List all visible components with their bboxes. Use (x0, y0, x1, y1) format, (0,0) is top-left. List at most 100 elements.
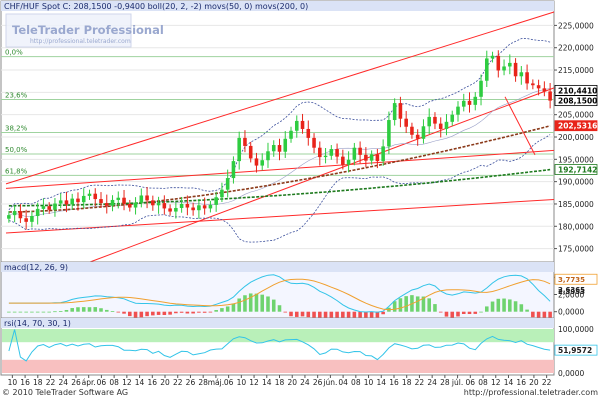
candle-body (191, 207, 195, 211)
macd-histogram-bar (191, 311, 195, 314)
macd-histogram-bar (70, 308, 75, 312)
footer-copyright: © 2010 TeleTrader Software AG (2, 388, 129, 397)
candle-body (502, 66, 506, 71)
macd-histogram-bar (197, 311, 201, 313)
macd-histogram-bar (306, 311, 311, 318)
candle-body (122, 197, 126, 204)
candle-body (7, 215, 11, 219)
candle-body (444, 121, 449, 129)
x-tick-label: 16 (516, 378, 526, 387)
x-axis: 10 16 18 22 24 26 ápr. 06 08 12 14 16 20 22 26 28 máj. 06… (1, 374, 554, 387)
macd-histogram-bar (220, 308, 224, 312)
macd-histogram-bar (248, 293, 253, 312)
x-tick-label: jún. (322, 378, 337, 387)
x-tick-label: 10 (8, 378, 18, 387)
candle-body (64, 200, 69, 205)
candle-body (53, 203, 57, 210)
macd-histogram-bar (508, 299, 512, 312)
macd-value-label: 3,7735 (558, 276, 585, 284)
fib-label: 38,2% (5, 125, 28, 133)
candle-body (93, 193, 98, 200)
macd-histogram-bar (104, 309, 109, 312)
logo-name: TeleTrader Professional (12, 23, 164, 37)
macd-histogram-bar (243, 295, 247, 312)
macd-histogram-bar (300, 311, 305, 317)
macd-histogram-bar (93, 307, 98, 312)
macd-histogram-bar (237, 298, 241, 312)
x-tick-label: 08 (351, 378, 361, 387)
x-tick-label: ápr. (82, 378, 96, 387)
candle-body (283, 138, 288, 152)
x-tick-label: 24 (300, 378, 310, 387)
candle-body (404, 118, 408, 127)
rsi-y-axis: 100,0000 51,9572 0,0000 (554, 325, 598, 378)
macd-histogram-bar (519, 304, 524, 312)
macd-histogram-bar (81, 307, 86, 312)
y-tick-label: 195,0000 (558, 155, 594, 164)
macd-histogram-bar (254, 293, 259, 312)
macd-histogram-bar (168, 311, 172, 315)
macd-histogram-bar (208, 311, 213, 313)
macd-histogram-bar (513, 301, 518, 312)
fib-label: 50,0% (5, 146, 28, 154)
y-tick-label: 200,0000 (558, 133, 594, 142)
macd-histogram-bar (502, 298, 506, 312)
candle-body (335, 149, 339, 157)
rsi-panel: rsi(14, 70, 30, 1) (0, 317, 555, 376)
candle-body (214, 197, 218, 205)
candle-body (179, 203, 184, 208)
candle-body (70, 198, 75, 205)
x-tick-label: 20 (160, 378, 170, 387)
candle-body (421, 126, 426, 139)
y-tick-label: 180,0000 (558, 222, 594, 231)
candle-body (508, 62, 512, 67)
candle-body (254, 158, 259, 166)
candle-body (237, 137, 241, 162)
macd-histogram-bar (64, 309, 69, 312)
macd-histogram-bar (490, 301, 495, 312)
x-tick-label: 18 (33, 378, 43, 387)
candle-body (461, 100, 466, 107)
candle-body (139, 195, 144, 203)
candle-body (35, 208, 40, 217)
candle-body (202, 205, 207, 209)
x-tick-label: 04 (338, 378, 348, 387)
y-tick-label: 225,0000 (558, 21, 594, 30)
candle-body (248, 145, 253, 159)
candle-body (220, 189, 224, 198)
y-tick-label: 185,0000 (558, 200, 594, 209)
macd-histogram-bar (145, 311, 149, 317)
candle-body (496, 55, 501, 71)
macd-histogram-bar (35, 311, 40, 313)
x-tick-label: 26 (186, 378, 196, 387)
macd-histogram-bar (214, 310, 218, 312)
candle-body (156, 203, 161, 206)
footer-url[interactable]: http://professional.teletrader.com (464, 388, 598, 397)
candle-body (99, 199, 103, 204)
macd-histogram-bar (444, 311, 449, 317)
rsi-overbought-zone (2, 329, 554, 343)
macd-histogram-bar (283, 311, 288, 313)
macd-histogram-bar (12, 311, 17, 313)
macd-histogram-bar (174, 311, 178, 314)
macd-histogram-bar (450, 311, 455, 319)
chart-svg: CHF/HUF Spot C: 208,1500 -0,9400 boll(20… (0, 0, 598, 387)
x-tick-label: 14 (376, 378, 386, 387)
candle-body (392, 103, 397, 121)
candle-body (151, 200, 155, 206)
chart-stage: CHF/HUF Spot C: 208,1500 -0,9400 boll(20… (0, 0, 600, 400)
macd-histogram-bar (271, 299, 276, 312)
candle-body (312, 137, 316, 148)
price-label: 202,5316 (558, 122, 597, 131)
candle-body (81, 195, 86, 203)
footer: © 2010 TeleTrader Software AG http://pro… (0, 387, 600, 400)
x-tick-label: 26 (313, 378, 323, 387)
candle-body (369, 154, 374, 161)
candle-body (18, 211, 23, 219)
candle-body (243, 137, 247, 146)
candle-body (76, 198, 80, 203)
x-tick-label: 08 (109, 378, 119, 387)
candle-body (329, 149, 334, 156)
x-tick-label: 24 (58, 378, 68, 387)
candle-body (415, 134, 420, 139)
